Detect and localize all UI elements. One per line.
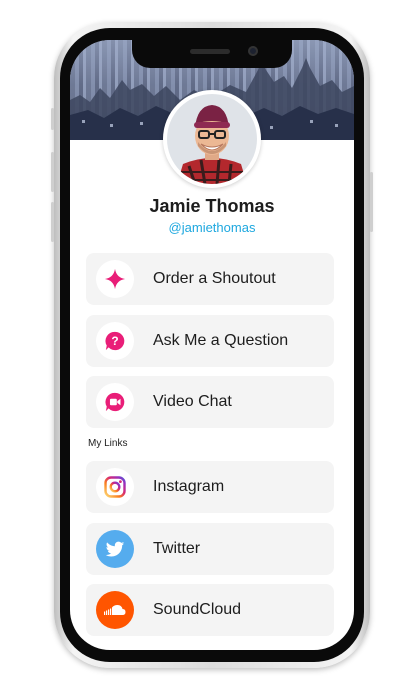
soundcloud-link[interactable]: SoundCloud — [86, 584, 334, 636]
mute-switch — [51, 108, 54, 130]
notch — [132, 40, 292, 68]
question-bubble-icon: ? — [105, 331, 125, 351]
instagram-label: Instagram — [153, 478, 225, 495]
order-shoutout-icon-wrap — [96, 260, 134, 298]
front-camera — [248, 46, 258, 56]
instagram-icon-wrap — [96, 468, 134, 506]
volume-up-button — [51, 152, 54, 192]
volume-down-button — [51, 202, 54, 242]
twitter-link[interactable]: Twitter — [86, 523, 334, 575]
power-button — [370, 172, 373, 232]
my-links-heading: My Links — [88, 438, 128, 449]
profile-avatar[interactable] — [163, 90, 261, 188]
profile-name: Jamie Thomas — [149, 196, 275, 216]
twitter-label: Twitter — [153, 540, 201, 557]
phone-frame: Jamie Thomas @jamiethomas Order a Shouto… — [51, 22, 373, 668]
soundcloud-label: SoundCloud — [153, 601, 242, 618]
twitter-icon — [105, 541, 125, 557]
phone-bezel: Jamie Thomas @jamiethomas Order a Shouto… — [60, 28, 364, 662]
video-chat-button[interactable]: Video Chat — [86, 376, 334, 428]
video-chat-label: Video Chat — [153, 393, 232, 410]
twitter-icon-wrap — [96, 530, 134, 568]
svg-text:?: ? — [111, 334, 118, 348]
speaker-grille — [190, 49, 230, 54]
sparkle-icon — [104, 268, 126, 290]
profile-handle[interactable]: @jamiethomas — [70, 220, 354, 235]
profile-photo — [167, 94, 257, 184]
order-shoutout-button[interactable]: Order a Shoutout — [86, 253, 334, 305]
instagram-icon — [104, 476, 126, 498]
video-chat-icon-wrap — [96, 383, 134, 421]
ask-question-button[interactable]: ? Ask Me a Question — [86, 315, 334, 367]
order-shoutout-label: Order a Shoutout — [153, 270, 276, 287]
ask-question-label: Ask Me a Question — [153, 332, 289, 349]
soundcloud-icon — [104, 605, 126, 615]
instagram-link[interactable]: Instagram — [86, 461, 334, 513]
ask-question-icon-wrap: ? — [96, 322, 134, 360]
soundcloud-icon-wrap — [96, 591, 134, 629]
video-chat-icon — [105, 392, 125, 412]
phone-screen: Jamie Thomas @jamiethomas Order a Shouto… — [70, 40, 354, 650]
